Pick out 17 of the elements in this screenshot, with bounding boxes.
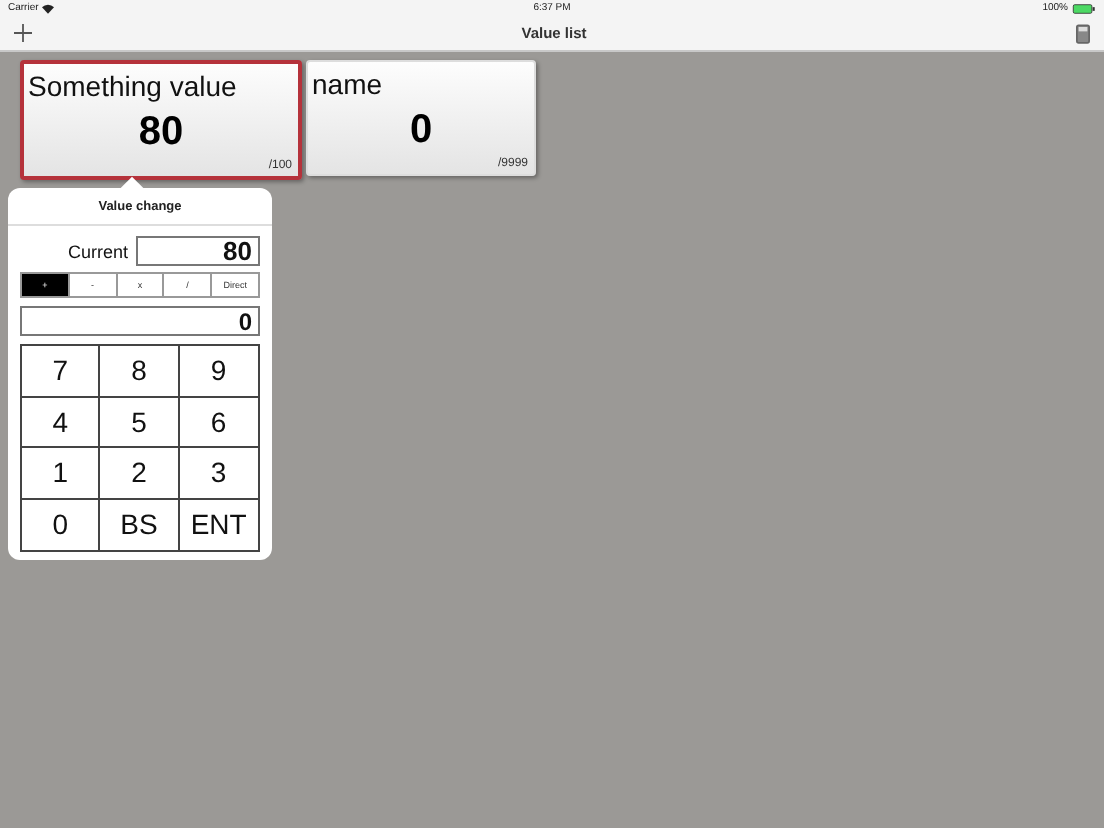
keypad-key[interactable]: 1 xyxy=(22,448,101,499)
add-button[interactable] xyxy=(12,22,34,44)
card-name: Something value xyxy=(26,68,237,102)
keypad-key[interactable]: 7 xyxy=(22,346,101,397)
wifi-icon xyxy=(42,3,55,13)
battery-icon xyxy=(1072,3,1096,13)
keypad-key[interactable]: 5 xyxy=(100,397,180,448)
calculator-button[interactable] xyxy=(1074,21,1092,45)
card-name: name xyxy=(310,66,383,100)
keypad-key[interactable]: 2 xyxy=(100,448,180,499)
keypad-key[interactable]: 4 xyxy=(22,397,101,448)
card-value: 0 xyxy=(409,108,433,154)
card-value: 80 xyxy=(138,110,184,156)
keypad-key[interactable]: 8 xyxy=(100,346,180,397)
entry-field[interactable]: 0 xyxy=(20,306,260,336)
current-label: Current xyxy=(67,241,128,261)
current-value-field[interactable]: 80 xyxy=(136,236,260,266)
